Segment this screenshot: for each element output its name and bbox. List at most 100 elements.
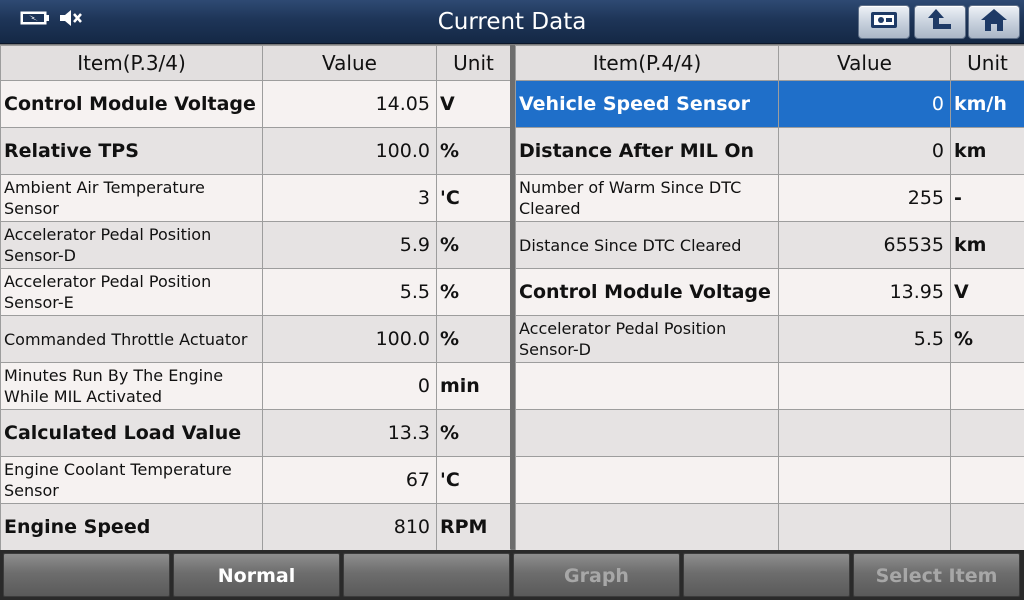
value-cell: 13.95 bbox=[778, 268, 951, 316]
table-row[interactable] bbox=[515, 362, 1024, 410]
value-cell bbox=[778, 503, 951, 551]
value-cell bbox=[778, 409, 951, 457]
table-row[interactable]: Accelerator Pedal Position Sensor-D 5.9% bbox=[0, 221, 511, 269]
normal-button[interactable]: Normal bbox=[173, 553, 340, 597]
table-row[interactable]: Number of Warm Since DTC Cleared 255- bbox=[515, 174, 1024, 222]
item-cell bbox=[515, 456, 779, 504]
item-cell: Commanded Throttle Actuator bbox=[0, 315, 263, 363]
unit-cell: V bbox=[950, 268, 1024, 316]
table-row[interactable]: Engine Coolant Temperature Sensor 67 'C bbox=[0, 456, 511, 504]
value-cell: 65535 bbox=[778, 221, 951, 269]
item-cell: Vehicle Speed Sensor bbox=[515, 80, 779, 128]
table-row[interactable]: Control Module Voltage 14.05 V bbox=[0, 80, 511, 128]
item-cell: Engine Coolant Temperature Sensor bbox=[0, 456, 263, 504]
table-row[interactable]: Distance After MIL On 0 km bbox=[515, 127, 1024, 175]
value-cell: 0 bbox=[778, 127, 951, 175]
left-data-table: Item(P.3/4) Value Unit Control Module Vo… bbox=[0, 45, 511, 551]
record-icon bbox=[868, 8, 900, 36]
value-cell: 5.9 bbox=[262, 221, 437, 269]
unit-cell bbox=[950, 409, 1024, 457]
table-row[interactable] bbox=[515, 409, 1024, 457]
unit-cell: % bbox=[436, 315, 511, 363]
value-cell: 810 bbox=[262, 503, 437, 551]
item-cell: Distance Since DTC Cleared bbox=[515, 221, 779, 269]
column-header-item: Item(P.4/4) bbox=[515, 45, 779, 81]
toolbar-button-3[interactable] bbox=[343, 553, 510, 597]
unit-cell: % bbox=[436, 409, 511, 457]
unit-cell: 'C bbox=[436, 174, 511, 222]
table-row[interactable]: Calculated Load Value 13.3% bbox=[0, 409, 511, 457]
column-header-unit: Unit bbox=[950, 45, 1024, 81]
item-cell: Ambient Air Temperature Sensor bbox=[0, 174, 263, 222]
unit-cell: km/h bbox=[950, 80, 1024, 128]
column-header-value: Value bbox=[778, 45, 951, 81]
value-cell: 14.05 bbox=[262, 80, 437, 128]
home-button[interactable] bbox=[968, 5, 1020, 39]
item-cell: Distance After MIL On bbox=[515, 127, 779, 175]
home-icon bbox=[979, 7, 1009, 37]
table-row[interactable]: Relative TPS 100.0% bbox=[0, 127, 511, 175]
value-cell: 100.0 bbox=[262, 315, 437, 363]
left-table-body: Control Module Voltage 14.05 V Relative TPS… bbox=[0, 80, 511, 551]
record-button[interactable] bbox=[858, 5, 910, 39]
value-cell: 0 bbox=[778, 80, 951, 128]
unit-cell bbox=[950, 362, 1024, 410]
graph-button[interactable]: Graph bbox=[513, 553, 680, 597]
bottom-toolbar: Normal Graph Select Item bbox=[0, 550, 1024, 600]
value-cell bbox=[778, 362, 951, 410]
item-cell: Number of Warm Since DTC Cleared bbox=[515, 174, 779, 222]
item-cell bbox=[515, 362, 779, 410]
value-cell: 255 bbox=[778, 174, 951, 222]
unit-cell: km bbox=[950, 221, 1024, 269]
unit-cell bbox=[950, 456, 1024, 504]
item-cell bbox=[515, 409, 779, 457]
column-header-unit: Unit bbox=[436, 45, 511, 81]
back-button[interactable] bbox=[914, 5, 966, 39]
item-cell: Accelerator Pedal Position Sensor-E bbox=[0, 268, 263, 316]
item-cell: Accelerator Pedal Position Sensor-D bbox=[515, 315, 779, 363]
table-row[interactable]: Commanded Throttle Actuator 100.0% bbox=[0, 315, 511, 363]
table-row[interactable]: Control Module Voltage 13.95 V bbox=[515, 268, 1024, 316]
value-cell: 100.0 bbox=[262, 127, 437, 175]
unit-cell: % bbox=[950, 315, 1024, 363]
table-row[interactable]: Engine Speed 810 RPM bbox=[0, 503, 511, 551]
title-bar: Current Data bbox=[0, 0, 1024, 44]
unit-cell: 'C bbox=[436, 456, 511, 504]
table-row[interactable]: Accelerator Pedal Position Sensor-E 5.5% bbox=[0, 268, 511, 316]
value-cell: 0 bbox=[262, 362, 437, 410]
unit-cell: - bbox=[950, 174, 1024, 222]
table-row[interactable]: Vehicle Speed Sensor 0 km/h bbox=[515, 80, 1024, 128]
select-item-button[interactable]: Select Item bbox=[853, 553, 1020, 597]
table-row[interactable]: Distance Since DTC Cleared 65535 km bbox=[515, 221, 1024, 269]
right-data-table: Item(P.4/4) Value Unit Vehicle Speed Sen… bbox=[515, 45, 1024, 551]
value-cell: 67 bbox=[262, 456, 437, 504]
item-cell: Control Module Voltage bbox=[0, 80, 263, 128]
unit-cell: RPM bbox=[436, 503, 511, 551]
toolbar-button-1[interactable] bbox=[3, 553, 170, 597]
unit-cell: % bbox=[436, 127, 511, 175]
item-cell bbox=[515, 503, 779, 551]
item-cell: Accelerator Pedal Position Sensor-D bbox=[0, 221, 263, 269]
toolbar-button-5[interactable] bbox=[683, 553, 850, 597]
table-header: Item(P.3/4) Value Unit bbox=[0, 45, 511, 81]
value-cell: 5.5 bbox=[778, 315, 951, 363]
table-row[interactable] bbox=[515, 503, 1024, 551]
unit-cell: km bbox=[950, 127, 1024, 175]
value-cell: 3 bbox=[262, 174, 437, 222]
value-cell: 5.5 bbox=[262, 268, 437, 316]
unit-cell: V bbox=[436, 80, 511, 128]
unit-cell: % bbox=[436, 268, 511, 316]
column-header-item: Item(P.3/4) bbox=[0, 45, 263, 81]
app-window: Current Data Item(P.3/4) Value Unit Cont… bbox=[0, 0, 1024, 600]
table-row[interactable]: Ambient Air Temperature Sensor 3 'C bbox=[0, 174, 511, 222]
item-cell: Engine Speed bbox=[0, 503, 263, 551]
table-row[interactable] bbox=[515, 456, 1024, 504]
table-row[interactable]: Minutes Run By The Engine While MIL Acti… bbox=[0, 362, 511, 410]
right-table-body: Vehicle Speed Sensor 0 km/h Distance After … bbox=[515, 80, 1024, 551]
item-cell: Minutes Run By The Engine While MIL Acti… bbox=[0, 362, 263, 410]
value-cell: 13.3 bbox=[262, 409, 437, 457]
value-cell bbox=[778, 456, 951, 504]
unit-cell: min bbox=[436, 362, 511, 410]
column-header-value: Value bbox=[262, 45, 437, 81]
table-row[interactable]: Accelerator Pedal Position Sensor-D 5.5% bbox=[515, 315, 1024, 363]
